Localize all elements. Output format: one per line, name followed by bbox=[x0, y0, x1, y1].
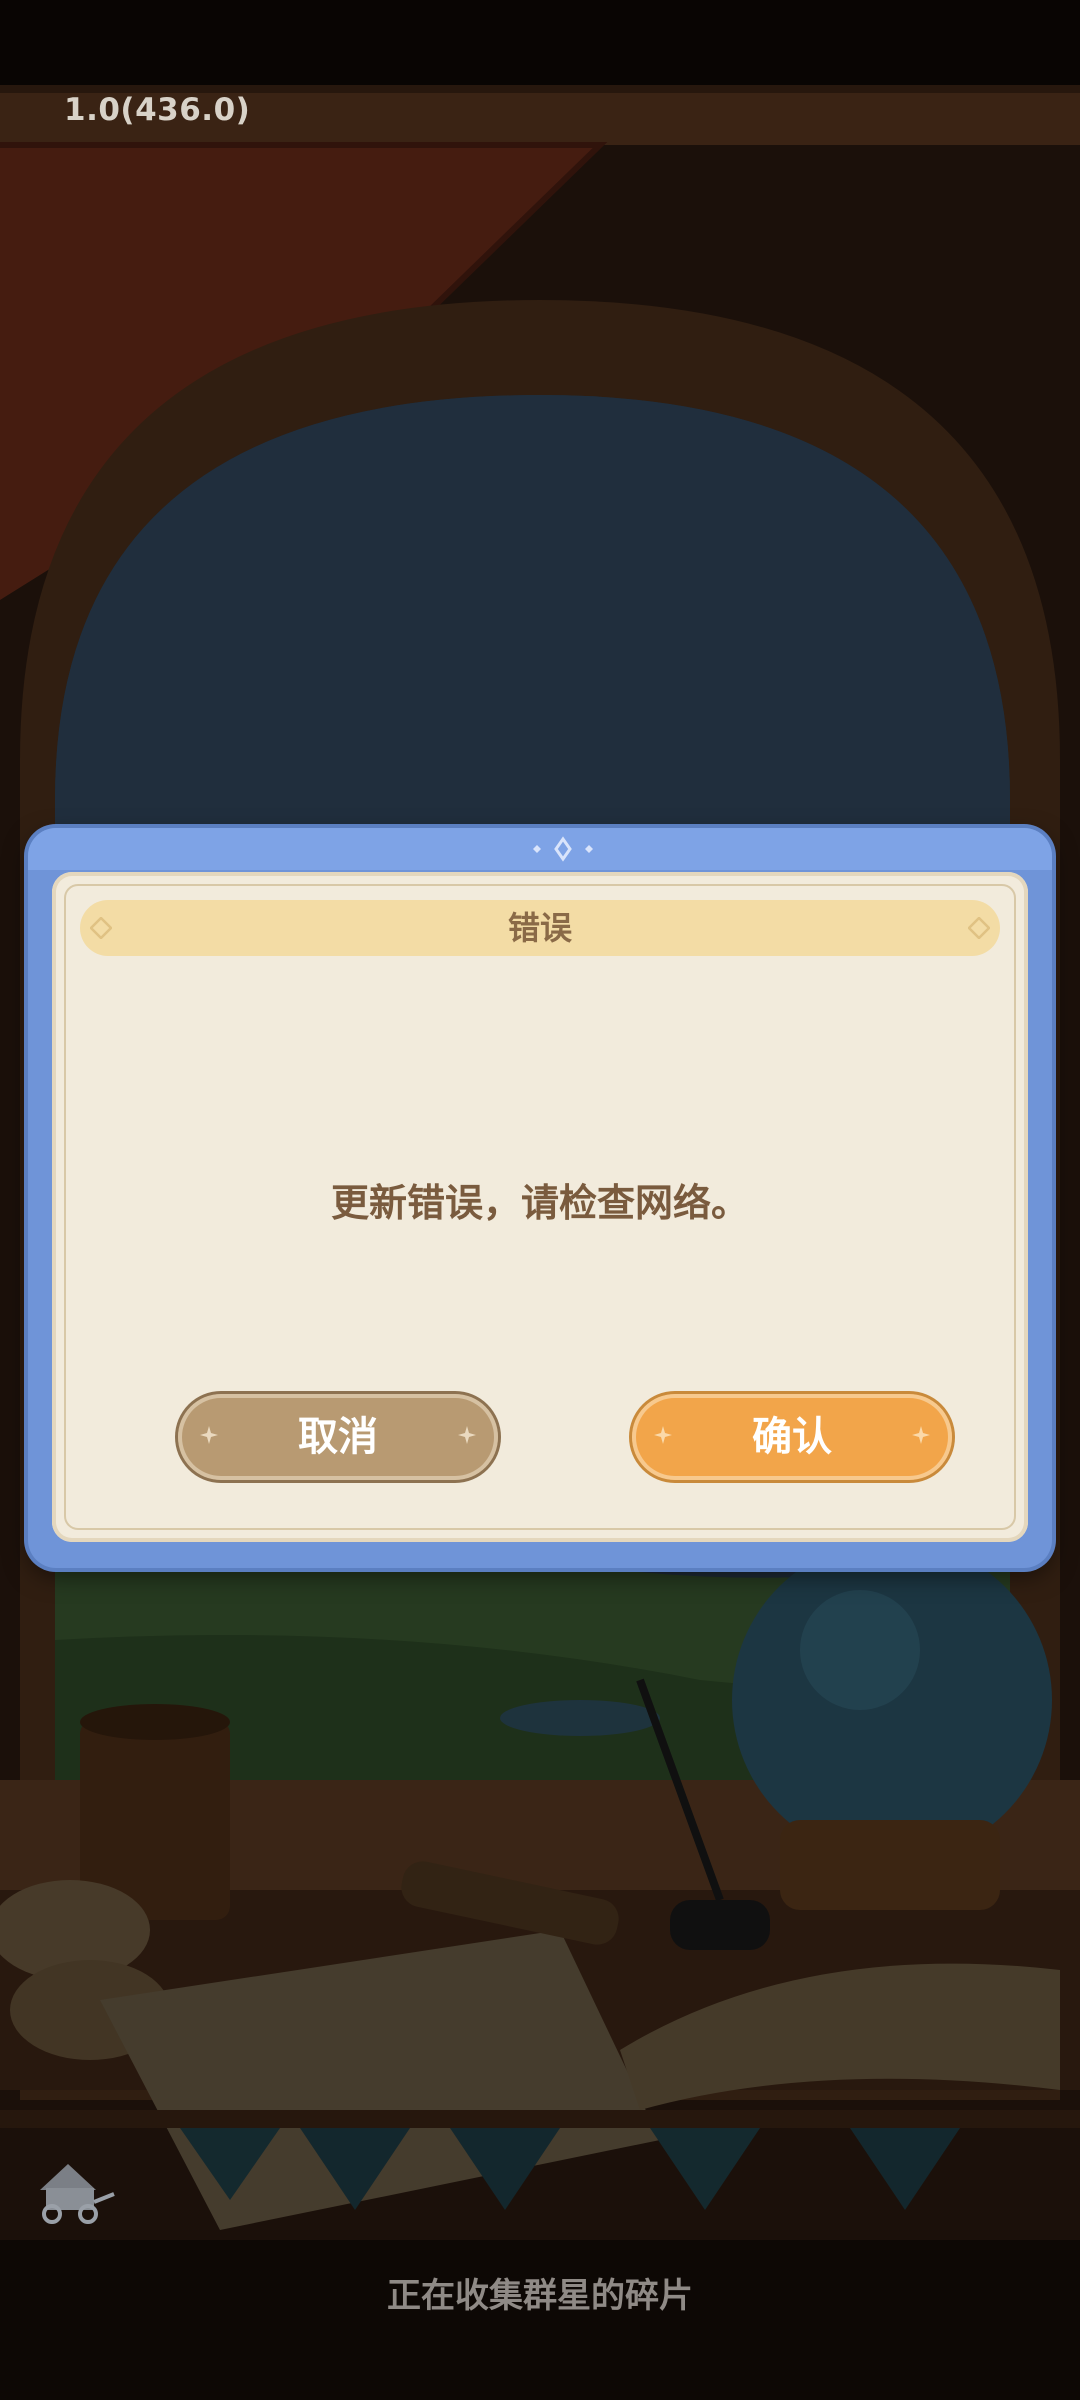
cancel-button-label: 取消 bbox=[298, 1414, 378, 1460]
dialog-title: 错误 bbox=[507, 909, 572, 947]
sparkle-icon bbox=[200, 1426, 218, 1444]
confirm-button[interactable]: 确认 bbox=[632, 1394, 952, 1480]
error-dialog: 错误 更新错误，请检查网络。 取消 确认 bbox=[28, 828, 1052, 1568]
confirm-button-label: 确认 bbox=[752, 1414, 832, 1460]
dialog-message: 更新错误，请检查网络。 bbox=[330, 1181, 749, 1225]
version-label: 1.0(436.0) bbox=[64, 92, 251, 128]
sparkle-ornament-icon bbox=[518, 836, 608, 862]
sparkle-icon bbox=[458, 1426, 476, 1444]
dialog-title-bar: 错误 bbox=[80, 900, 1000, 956]
dialog-panel: 错误 更新错误，请检查网络。 取消 确认 bbox=[52, 872, 1028, 1542]
sparkle-icon bbox=[912, 1426, 930, 1444]
cancel-button[interactable]: 取消 bbox=[178, 1394, 498, 1480]
loading-status-text: 正在收集群星的碎片 bbox=[387, 2276, 693, 2316]
caravan-icon bbox=[28, 2150, 118, 2230]
sparkle-icon bbox=[654, 1426, 672, 1444]
diamond-right-icon bbox=[967, 916, 991, 940]
